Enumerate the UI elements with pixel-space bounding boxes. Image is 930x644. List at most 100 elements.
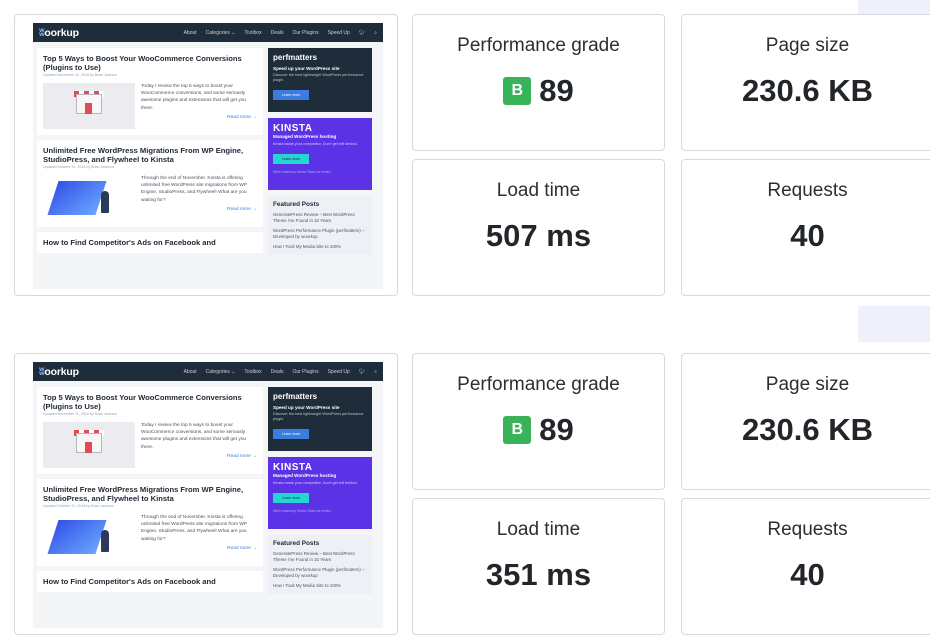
grade-badge: B [503, 416, 532, 444]
post-excerpt: Today I review the top 5 ways to boost y… [141, 84, 247, 111]
ad-learn-more-button: Learn more [273, 154, 310, 164]
featured-posts-heading: Featured Posts [273, 201, 320, 208]
site-body: Top 5 Ways to Boost Your WooCommerce Con… [33, 42, 383, 261]
read-more-link: Read more → [227, 206, 257, 212]
ad-description: Discover the best lightweight WordPress … [273, 73, 364, 82]
grade-score: 89 [539, 73, 574, 108]
site-logo: ʬoorkup [39, 365, 79, 378]
twitter-icon: 🐦︎ [358, 29, 366, 36]
post-content: Today I review the top 5 ways to boost y… [43, 83, 257, 129]
site-sidebar: perfmatters Speed up your WordPress site… [268, 48, 372, 261]
performance-grade-label: Performance grade [457, 35, 620, 56]
load-time-label: Load time [496, 180, 581, 201]
load-time-card: Load time 351 ms [412, 498, 665, 635]
page-size-label: Page size [765, 35, 850, 56]
load-time-label: Load time [496, 519, 581, 540]
performance-grade-label: Performance grade [457, 374, 620, 395]
search-icon: ⌕ [374, 29, 377, 36]
read-more-link: Read more → [227, 114, 257, 120]
page-size-value: 230.6 KB [742, 73, 873, 108]
post-card: Top 5 Ways to Boost Your WooCommerce Con… [37, 48, 263, 135]
post-meta: Updated November 11, 2018 by Brian Jacks… [43, 73, 118, 77]
requests-label: Requests [767, 180, 848, 201]
kinsta-ad: KINSTA Managed WordPress hosting Kinsta … [268, 118, 372, 190]
ad-description: Kinsta hosts your competitor. Don't get … [273, 481, 358, 485]
site-preview: ʬoorkup About Categories ⌄ Toolbox Deals… [33, 23, 383, 289]
ad-footnote: We're hosted by Kinsta. Read our review [273, 509, 331, 513]
featured-post-item: GeneratePress Review – Best WordPress Th… [273, 551, 355, 562]
kinsta-logo: KINSTA [273, 123, 313, 134]
perfmatters-ad: perfmatters Speed up your WordPress site… [268, 387, 372, 451]
post-card: Unlimited Free WordPress Migrations From… [37, 140, 263, 227]
read-more-link: Read more → [227, 545, 257, 551]
page-size-card: Page size 230.6 KB [681, 14, 930, 151]
post-excerpt: Through the end of November, Kinsta is o… [141, 176, 247, 203]
background-accent-middle [858, 306, 930, 342]
grade-score: 89 [539, 412, 574, 447]
page-screenshot-1[interactable]: ʬoorkup About Categories ⌄ Toolbox Deals… [14, 14, 398, 296]
requests-label: Requests [767, 519, 848, 540]
perfmatters-logo: perfmatters [273, 392, 318, 401]
perfmatters-logo: perfmatters [273, 53, 318, 62]
search-icon: ⌕ [374, 368, 377, 375]
post-content: Through the end of November, Kinsta is o… [43, 175, 257, 221]
post-title: Top 5 Ways to Boost Your WooCommerce Con… [43, 393, 242, 411]
post-card: Unlimited Free WordPress Migrations From… [37, 479, 263, 566]
site-nav: ʬoorkup About Categories ⌄ Toolbox Deals… [33, 362, 383, 381]
person-shape [101, 530, 109, 552]
site-menu: About Categories ⌄ Toolbox Deals Our Plu… [184, 30, 377, 36]
site-nav: ʬoorkup About Categories ⌄ Toolbox Deals… [33, 23, 383, 42]
menu-item-toolbox: Toolbox [244, 368, 262, 375]
post-excerpt: Through the end of November, Kinsta is o… [141, 515, 247, 542]
page-size-card: Page size 230.6 KB [681, 353, 930, 490]
featured-posts-heading: Featured Posts [273, 540, 320, 547]
site-menu: About Categories ⌄ Toolbox Deals Our Plu… [184, 369, 377, 375]
menu-item-categories: Categories ⌄ [205, 29, 236, 36]
ad-description: Discover the best lightweight WordPress … [273, 412, 364, 421]
performance-grade-card: Performance grade B 89 [412, 353, 665, 490]
requests-card: Requests 40 [681, 498, 930, 635]
page-size-label: Page size [765, 374, 850, 395]
post-card: How to Find Competitor's Ads on Facebook… [37, 232, 263, 253]
kinsta-ad: KINSTA Managed WordPress hosting Kinsta … [268, 457, 372, 529]
menu-item-our-plugins: Our Plugins [292, 368, 319, 375]
requests-card: Requests 40 [681, 159, 930, 296]
ad-footnote: We're hosted by Kinsta. Read our review [273, 170, 331, 174]
featured-posts: Featured Posts GeneratePress Review – Be… [268, 196, 372, 255]
kinsta-logo: KINSTA [273, 462, 313, 473]
menu-item-about: About [183, 368, 197, 375]
perfmatters-ad: perfmatters Speed up your WordPress site… [268, 48, 372, 112]
load-time-card: Load time 507 ms [412, 159, 665, 296]
featured-post-item: WordPress Performance Plugin (perfmatter… [273, 228, 365, 239]
menu-item-speed-up: Speed Up [327, 29, 350, 36]
page-screenshot-2[interactable]: ʬoorkup About Categories ⌄ Toolbox Deals… [14, 353, 398, 635]
site-logo: ʬoorkup [39, 26, 79, 39]
menu-item-categories: Categories ⌄ [205, 368, 236, 375]
post-meta: Updated October 31, 2018 by Brian Jackso… [43, 165, 114, 169]
result-panel-1: ʬoorkup About Categories ⌄ Toolbox Deals… [14, 14, 930, 296]
ad-learn-more-button: Learn more [273, 90, 310, 100]
door-shape [85, 442, 92, 453]
requests-value: 40 [790, 218, 825, 253]
menu-item-about: About [183, 29, 197, 36]
server-shape [47, 181, 107, 215]
post-meta: Updated October 31, 2018 by Brian Jackso… [43, 504, 114, 508]
ad-learn-more-button: Learn more [273, 429, 310, 439]
menu-item-our-plugins: Our Plugins [292, 29, 319, 36]
post-title: How to Find Competitor's Ads on Facebook… [43, 577, 216, 586]
door-shape [85, 103, 92, 114]
featured-post-item: GeneratePress Review – Best WordPress Th… [273, 212, 355, 223]
post-excerpt: Today I review the top 5 ways to boost y… [141, 423, 247, 450]
post-meta: Updated November 11, 2018 by Brian Jacks… [43, 412, 118, 416]
migration-illustration [43, 175, 135, 221]
performance-grade-value: B 89 [413, 412, 664, 448]
site-preview: ʬoorkup About Categories ⌄ Toolbox Deals… [33, 362, 383, 628]
ad-heading: Managed WordPress hosting [273, 473, 337, 478]
site-body: Top 5 Ways to Boost Your WooCommerce Con… [33, 381, 383, 600]
ad-heading: Managed WordPress hosting [273, 134, 337, 139]
menu-item-deals: Deals [270, 29, 284, 36]
post-content: Through the end of November, Kinsta is o… [43, 514, 257, 560]
post-list: Top 5 Ways to Boost Your WooCommerce Con… [37, 48, 263, 261]
featured-post-item: How I Took My Media Site to 100% [273, 244, 342, 249]
storefront-illustration [43, 422, 135, 468]
